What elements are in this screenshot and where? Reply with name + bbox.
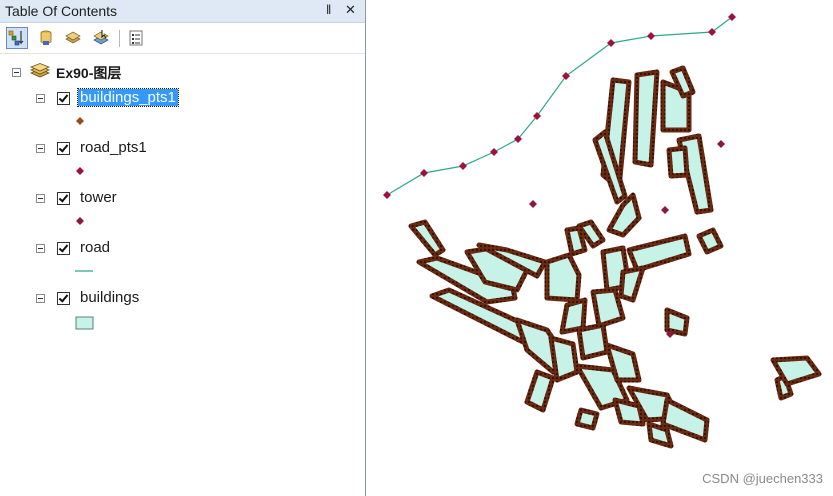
list-by-source-button[interactable] xyxy=(35,27,57,49)
layer-label[interactable]: buildings_pts1 xyxy=(77,88,179,107)
toc-toolbar xyxy=(0,23,365,54)
layer-row-road[interactable]: road xyxy=(0,238,360,260)
list-by-selection-icon xyxy=(93,30,109,45)
collapse-layer-toggle[interactable] xyxy=(36,94,45,103)
collapse-layer-toggle[interactable] xyxy=(36,194,45,203)
toolbar-separator xyxy=(119,30,120,47)
options-icon xyxy=(129,30,143,46)
list-by-drawing-order-button[interactable] xyxy=(6,27,28,49)
list-by-visibility-icon xyxy=(65,31,81,44)
map-canvas[interactable] xyxy=(367,0,833,496)
line-symbol-icon[interactable] xyxy=(75,266,93,276)
close-icon[interactable]: ✕ xyxy=(345,2,356,18)
layer-label[interactable]: road xyxy=(80,239,110,256)
group-label[interactable]: Ex90-图层 xyxy=(56,63,121,83)
collapse-layer-toggle[interactable] xyxy=(36,144,45,153)
layer-row-buildings[interactable]: buildings xyxy=(0,288,360,310)
watermark-text: CSDN @juechen333 xyxy=(702,471,823,486)
polygon-symbol-icon[interactable] xyxy=(75,316,95,330)
toc-title: Table Of Contents xyxy=(5,3,118,19)
layer-row-road-pts1[interactable]: road_pts1 xyxy=(0,138,360,160)
layer-label[interactable]: buildings xyxy=(80,289,139,306)
layer-row-buildings-pts1[interactable]: buildings_pts1 xyxy=(0,88,360,110)
layer-label[interactable]: road_pts1 xyxy=(80,139,147,156)
layer-visibility-checkbox[interactable] xyxy=(57,92,70,105)
map-view[interactable]: CSDN @juechen333 xyxy=(367,0,833,496)
collapse-layer-toggle[interactable] xyxy=(36,244,45,253)
layers-icon xyxy=(30,63,50,78)
layer-visibility-checkbox[interactable] xyxy=(57,142,70,155)
point-symbol-icon[interactable] xyxy=(74,165,86,177)
table-of-contents-panel: Table Of Contents ‖ ✕ Ex90-图层 buildings_… xyxy=(0,0,366,496)
layer-row-tower[interactable]: tower xyxy=(0,188,360,210)
collapse-group-toggle[interactable] xyxy=(12,68,21,77)
point-symbol-icon[interactable] xyxy=(74,115,86,127)
layer-label[interactable]: tower xyxy=(80,189,117,206)
layer-visibility-checkbox[interactable] xyxy=(57,292,70,305)
layer-group-row[interactable]: Ex90-图层 xyxy=(0,62,360,84)
list-by-source-icon xyxy=(40,30,52,45)
layer-visibility-checkbox[interactable] xyxy=(57,242,70,255)
pin-icon[interactable]: ‖ xyxy=(326,2,331,17)
point-symbol-icon[interactable] xyxy=(74,215,86,227)
collapse-layer-toggle[interactable] xyxy=(36,294,45,303)
toc-title-bar: Table Of Contents ‖ ✕ xyxy=(0,0,365,23)
layer-visibility-checkbox[interactable] xyxy=(57,192,70,205)
list-by-drawing-order-icon xyxy=(8,30,24,46)
list-by-visibility-button[interactable] xyxy=(62,27,84,49)
buildings-layer xyxy=(408,65,822,449)
options-button[interactable] xyxy=(125,27,147,49)
list-by-selection-button[interactable] xyxy=(90,27,112,49)
